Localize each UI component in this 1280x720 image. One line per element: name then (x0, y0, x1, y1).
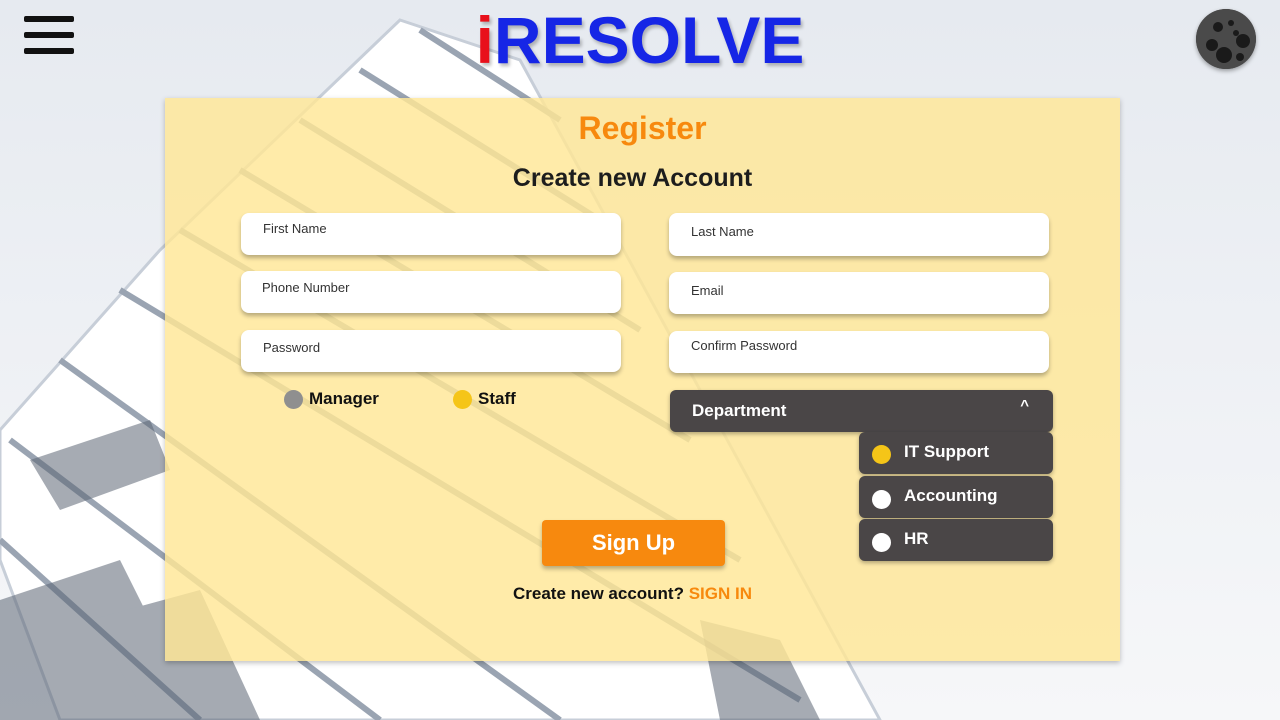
radio-selected-icon (453, 389, 472, 409)
confirm-password-input[interactable] (669, 331, 1049, 373)
last-name-input[interactable] (669, 213, 1049, 256)
department-option-label: HR (904, 529, 929, 548)
confirm-password-field[interactable]: Confirm Password (669, 331, 1049, 373)
department-option-accounting[interactable]: Accounting (859, 476, 1053, 518)
avatar-icon (1196, 9, 1256, 69)
role-manager-radio[interactable]: Manager (284, 389, 379, 409)
password-field[interactable]: Password (241, 330, 621, 372)
radio-selected-icon (872, 445, 891, 464)
page-title: Register (578, 110, 707, 146)
email-field[interactable]: Email (669, 272, 1049, 314)
app-logo: iRESOLVE (0, 2, 1280, 78)
role-manager-label: Manager (309, 389, 379, 408)
department-label: Department (692, 401, 787, 420)
first-name-field[interactable]: First Name (241, 213, 621, 255)
first-name-input[interactable] (241, 213, 621, 255)
sign-up-button[interactable]: Sign Up (542, 520, 725, 566)
logo-text: RESOLVE (493, 3, 805, 77)
caret-up-icon: ^ (1020, 397, 1029, 414)
radio-unselected-icon (872, 490, 891, 509)
department-option-hr[interactable]: HR (859, 519, 1053, 561)
signin-prompt: Create new account? SIGN IN (165, 584, 1100, 604)
password-input[interactable] (241, 330, 621, 372)
signin-prompt-text: Create new account? (512, 584, 684, 603)
department-option-label: Accounting (904, 486, 998, 505)
radio-unselected-icon (872, 533, 891, 552)
sign-in-link[interactable]: SIGN IN (689, 584, 752, 603)
form-subtitle: Create new Account (512, 164, 753, 192)
department-dropdown[interactable]: Department ^ (670, 390, 1053, 432)
department-option-label: IT Support (904, 442, 989, 461)
phone-number-input[interactable] (241, 271, 621, 313)
radio-unselected-icon (284, 389, 303, 409)
role-staff-radio[interactable]: Staff (453, 389, 516, 409)
user-avatar[interactable] (1196, 9, 1256, 69)
department-option-it-support[interactable]: IT Support (859, 432, 1053, 474)
last-name-field[interactable]: Last Name (669, 213, 1049, 256)
role-staff-label: Staff (478, 389, 516, 408)
logo-i: i (475, 3, 494, 77)
register-panel: Register Create new Account First Name L… (165, 98, 1120, 661)
phone-number-field[interactable]: Phone Number (241, 271, 621, 313)
email-input[interactable] (669, 272, 1049, 314)
